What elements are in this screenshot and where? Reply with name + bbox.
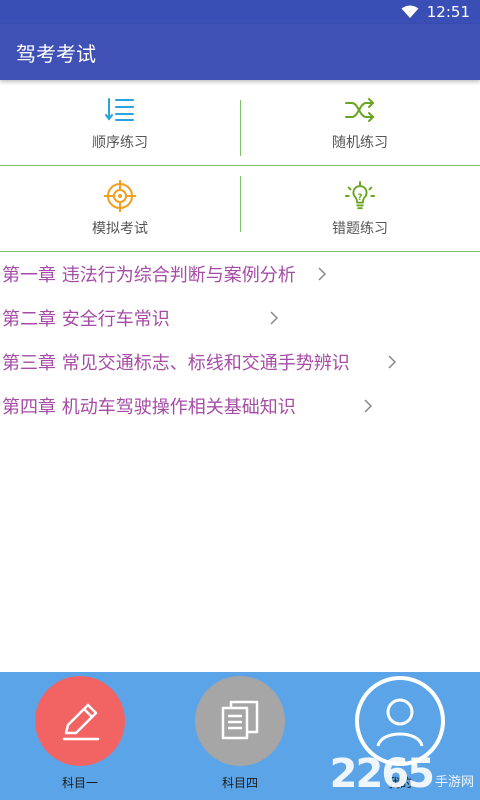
grid-divider-vertical-top — [240, 100, 241, 156]
chevron-right-icon — [388, 355, 398, 369]
chevron-right-icon — [364, 399, 374, 413]
svg-text:?: ? — [358, 192, 363, 202]
random-practice-label: 随机练习 — [332, 135, 388, 151]
tab-subject-one[interactable]: 科目一 — [0, 672, 160, 800]
sequential-practice-label: 顺序练习 — [92, 135, 148, 151]
chevron-right-icon — [270, 311, 280, 325]
tab-label: 科目四 — [221, 776, 258, 790]
random-practice-button[interactable]: 随机练习 — [240, 80, 480, 166]
list-order-icon — [104, 94, 136, 126]
chapter-label: 第三章 常见交通标志、标线和交通手势辨识 — [2, 353, 350, 374]
chevron-right-icon — [318, 267, 328, 281]
pencil-edit-icon — [35, 676, 125, 766]
status-bar: 12:51 — [0, 0, 480, 24]
app-bar: 驾考考试 — [0, 24, 480, 80]
wifi-icon — [401, 5, 419, 19]
status-time: 12:51 — [426, 3, 470, 21]
chapter-item-2[interactable]: 第二章 安全行车常识 — [0, 296, 480, 340]
target-icon — [104, 180, 136, 212]
documents-icon — [195, 676, 285, 766]
chapter-item-3[interactable]: 第三章 常见交通标志、标线和交通手势辨识 — [0, 340, 480, 384]
user-icon — [355, 676, 445, 766]
bottom-nav: 科目一 科目四 我的 — [0, 672, 480, 800]
tab-label: 科目一 — [61, 776, 98, 790]
tab-subject-four[interactable]: 科目四 — [160, 672, 320, 800]
lightbulb-icon: ? — [344, 180, 376, 212]
wrong-question-practice-label: 错题练习 — [332, 221, 388, 237]
chapter-label: 第二章 安全行车常识 — [2, 309, 170, 330]
mock-exam-label: 模拟考试 — [92, 221, 148, 237]
grid-divider-vertical-bottom — [240, 176, 241, 232]
wrong-question-practice-button[interactable]: ? 错题练习 — [240, 166, 480, 252]
shuffle-icon — [344, 94, 376, 126]
tab-mine[interactable]: 我的 — [320, 672, 480, 800]
tab-label: 我的 — [387, 776, 412, 790]
practice-grid: 顺序练习 随机练习 模拟考试 ? 错题练习 — [0, 80, 480, 252]
mock-exam-button[interactable]: 模拟考试 — [0, 166, 240, 252]
chapter-item-4[interactable]: 第四章 机动车驾驶操作相关基础知识 — [0, 384, 480, 428]
sequential-practice-button[interactable]: 顺序练习 — [0, 80, 240, 166]
chapter-item-1[interactable]: 第一章 违法行为综合判断与案例分析 — [0, 252, 480, 296]
grid-divider-horizontal-middle — [0, 165, 480, 166]
chapter-label: 第四章 机动车驾驶操作相关基础知识 — [2, 397, 296, 418]
chapter-list: 第一章 违法行为综合判断与案例分析 第二章 安全行车常识 第三章 常见交通标志、… — [0, 252, 480, 428]
chapter-label: 第一章 违法行为综合判断与案例分析 — [2, 265, 296, 286]
app-title: 驾考考试 — [16, 41, 96, 66]
